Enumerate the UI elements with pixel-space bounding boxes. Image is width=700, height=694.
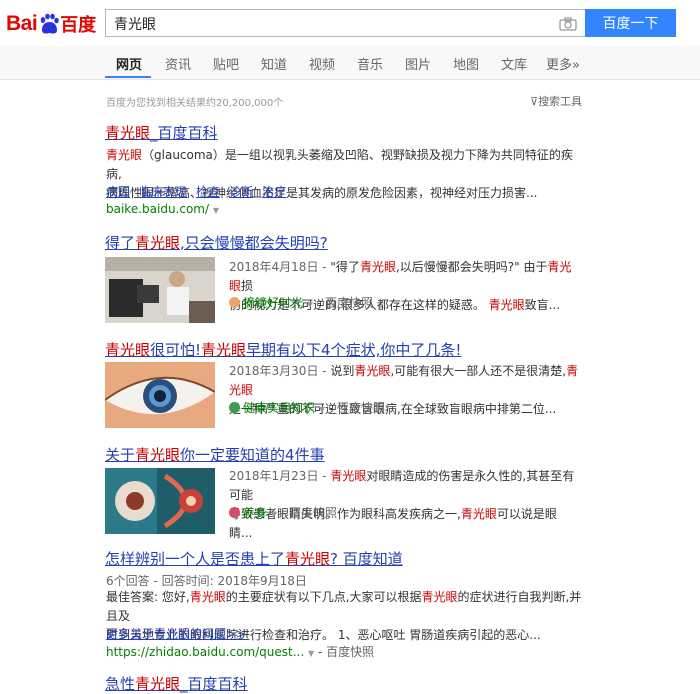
sublink-diagnosis[interactable]: 诊断: [229, 185, 253, 199]
source-avatar-icon: [229, 297, 240, 308]
sublink-symptoms[interactable]: 临床表现: [139, 185, 187, 199]
tab-images[interactable]: 图片: [405, 54, 431, 73]
result-3-thumbnail[interactable]: [105, 362, 215, 428]
cache-link: 百度快照: [326, 645, 375, 659]
result-3-source[interactable]: 健康实用知识 ▼ - 百度快照: [229, 399, 385, 416]
tab-wenku[interactable]: 文库: [501, 54, 527, 73]
result-2-title[interactable]: 得了青光眼,只会慢慢都会失明吗?: [105, 232, 328, 253]
result-5-title[interactable]: 怎样辨别一个人是否患上了青光眼? 百度知道: [105, 548, 403, 569]
cache-link: 百度快照: [324, 296, 373, 310]
result-5-url[interactable]: https://zhidao.baidu.com/quest... ▼ - 百度…: [106, 643, 374, 660]
result-3-title[interactable]: 青光眼很可怕!青光眼早期有以下4个症状,你中了几条!: [105, 339, 461, 360]
result-5-meta: 6个回答 - 回答时间: 2018年9月18日: [106, 574, 307, 588]
tab-video[interactable]: 视频: [309, 54, 335, 73]
search-input[interactable]: [114, 14, 544, 34]
sublink-treatment[interactable]: 治疗: [262, 185, 286, 199]
result-4-title[interactable]: 关于青光眼你一定要知道的4件事: [105, 444, 325, 465]
tab-bar: 网页 资讯 贴吧 知道 视频 音乐 图片 地图 文库 更多»: [0, 46, 700, 80]
logo-text-cn: 百度: [60, 15, 97, 36]
result-2-thumbnail[interactable]: [105, 257, 215, 323]
search-tools-button[interactable]: ⊽搜索工具: [530, 93, 582, 109]
source-avatar-icon: [229, 507, 240, 518]
search-box: [105, 9, 585, 37]
tab-zhidao[interactable]: 知道: [261, 54, 287, 73]
top-bar: Bai du 百度 百度一下: [0, 0, 700, 46]
result-2-source[interactable]: 摘镜好时光 ▼ - 百度快照: [229, 294, 373, 311]
result-count: 百度为您找到相关结果约20,200,000个: [106, 98, 284, 109]
cache-link: 百度快照: [336, 401, 385, 415]
paw-icon: [38, 13, 60, 35]
result-1-sublinks: 病因 临床表现 检查 诊断 治疗: [106, 183, 295, 200]
tab-web[interactable]: 网页: [116, 54, 142, 73]
active-tab-indicator: [105, 76, 151, 78]
result-1-url[interactable]: baike.baidu.com/ ▼: [106, 202, 219, 216]
result-6-title[interactable]: 急性青光眼_百度百科: [105, 673, 248, 694]
cache-link: 百度快照: [288, 506, 337, 520]
tab-news[interactable]: 资讯: [165, 54, 191, 73]
result-4-thumbnail[interactable]: [105, 468, 215, 534]
logo-text-en: Bai: [6, 12, 38, 35]
dropdown-arrow-icon: ▼: [212, 206, 220, 215]
more-questions-link[interactable]: 更多关于青光眼的问题>>: [106, 625, 246, 642]
tab-map[interactable]: 地图: [453, 54, 479, 73]
result-4-source[interactable]: 养身 ▼ - 百度快照: [229, 504, 337, 521]
sublink-exam[interactable]: 检查: [196, 185, 220, 199]
tab-more[interactable]: 更多»: [546, 54, 580, 73]
camera-icon[interactable]: [559, 16, 577, 31]
filter-icon: ⊽: [530, 95, 539, 108]
tab-music[interactable]: 音乐: [357, 54, 383, 73]
result-1-title[interactable]: 青光眼_百度百科: [105, 122, 218, 143]
source-avatar-icon: [229, 402, 240, 413]
baidu-logo[interactable]: Bai du 百度: [6, 9, 96, 39]
sublink-cause[interactable]: 病因: [106, 185, 130, 199]
search-button[interactable]: 百度一下: [585, 9, 676, 37]
tab-tieba[interactable]: 贴吧: [213, 54, 239, 73]
